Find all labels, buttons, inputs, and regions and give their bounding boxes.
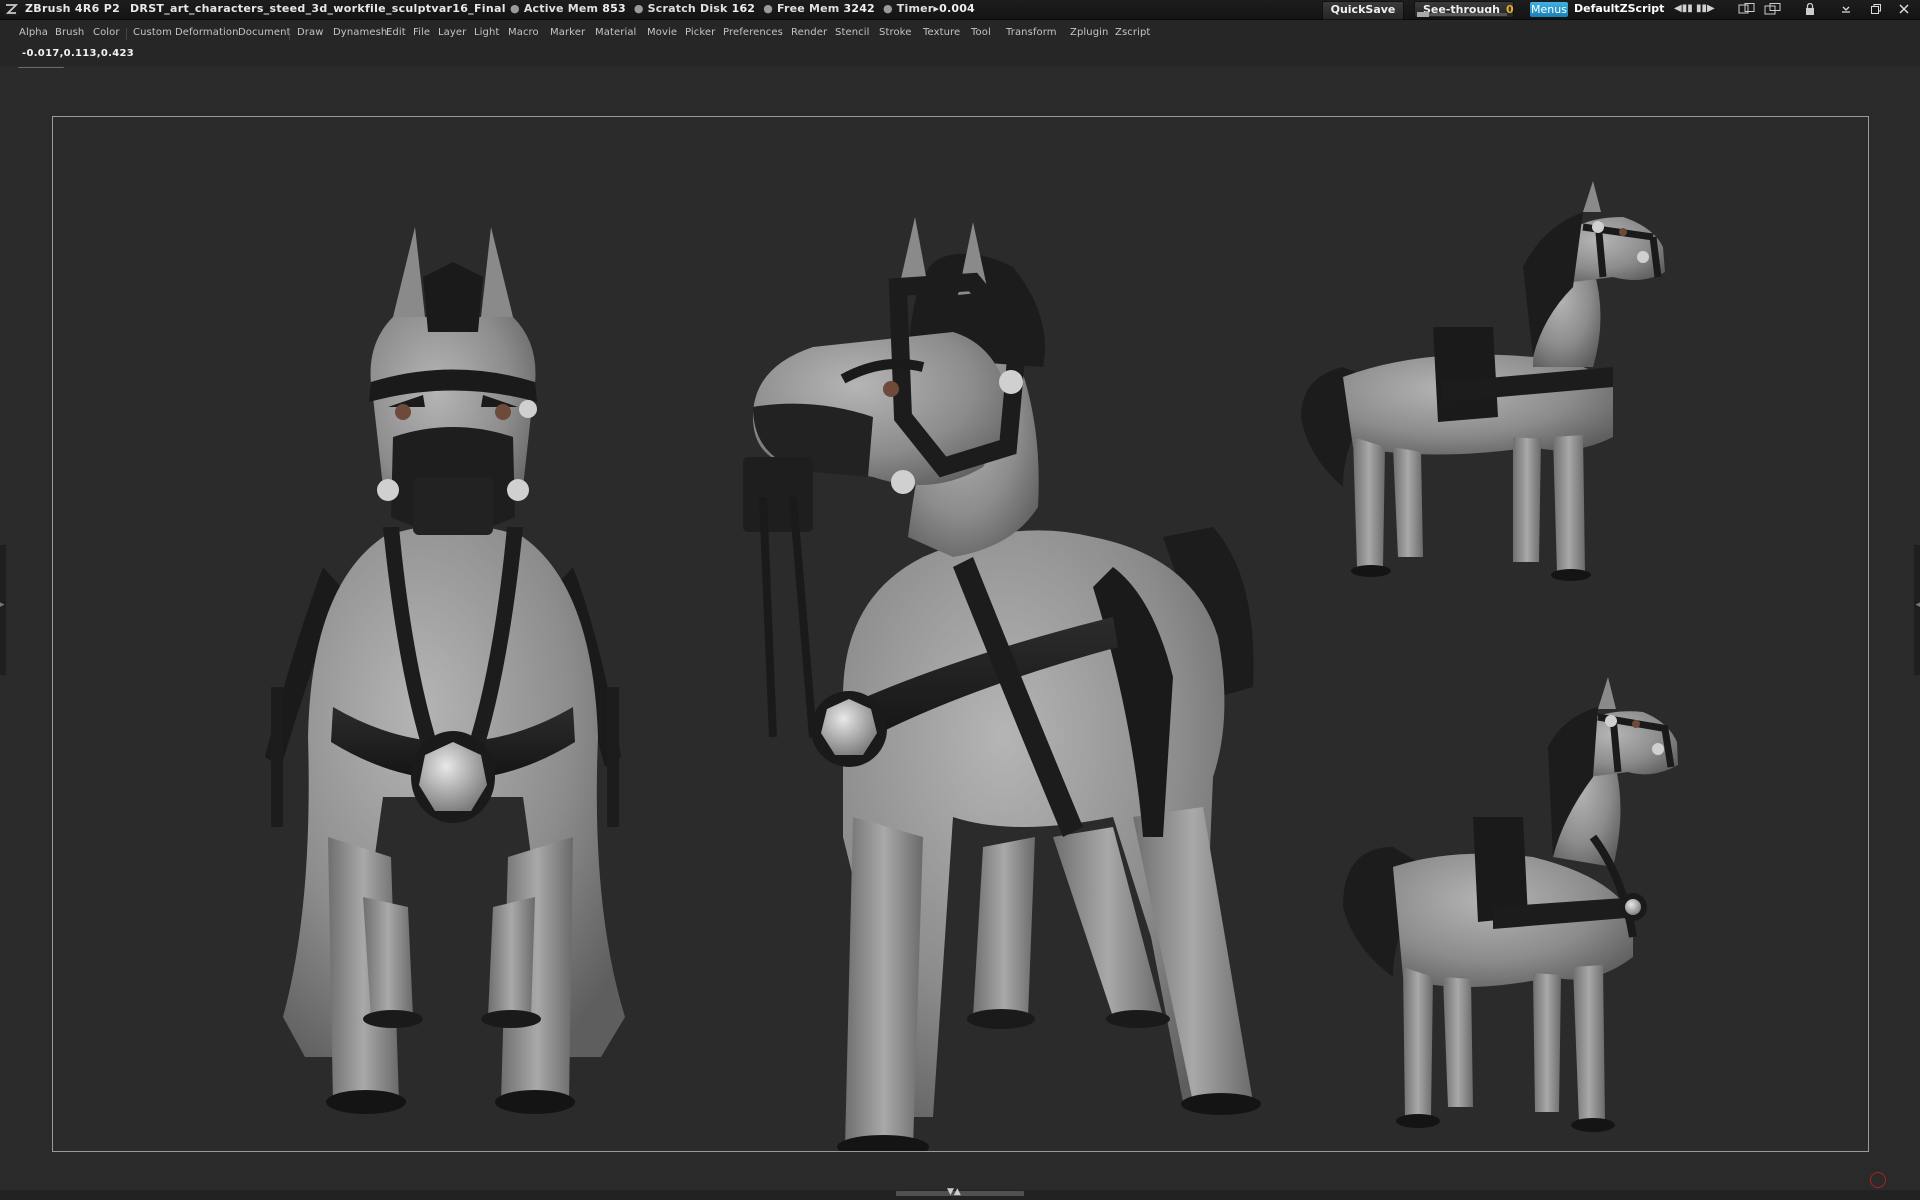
minimize-icon[interactable]: [1840, 3, 1852, 15]
menu-file[interactable]: File: [413, 27, 430, 38]
scratch-disk-value: 162: [731, 2, 756, 15]
menu-separator: [126, 28, 127, 40]
menu-custom[interactable]: Custom: [133, 27, 172, 38]
menu-alpha[interactable]: Alpha: [19, 27, 48, 38]
seethrough-value: 0: [1506, 3, 1514, 16]
layout-a-icon[interactable]: [1738, 3, 1756, 15]
seethrough-slider-control[interactable]: See-through 0: [1414, 1, 1514, 18]
active-mem-value: 853: [602, 2, 626, 15]
left-tray-handle[interactable]: [0, 545, 6, 675]
menu-edit[interactable]: Edit: [386, 27, 406, 38]
menu-color[interactable]: Color: [93, 27, 120, 38]
menu-stroke[interactable]: Stroke: [879, 27, 911, 38]
seethrough-slider-knob[interactable]: [1417, 12, 1429, 17]
right-tray-handle[interactable]: [1914, 545, 1920, 675]
menu-stencil[interactable]: Stencil: [835, 27, 870, 38]
quicksave-button[interactable]: QuickSave: [1322, 1, 1404, 20]
menu-brush[interactable]: Brush: [55, 27, 84, 38]
arrows-left-icon[interactable]: ◀▮▮: [1674, 3, 1693, 15]
menu-preferences[interactable]: Preferences: [723, 27, 783, 38]
menu-zplugin[interactable]: Zplugin: [1070, 27, 1108, 38]
menu-dynamesh[interactable]: Dynamesh: [333, 27, 387, 38]
horse-front-view: [265, 227, 625, 1114]
menu-tool[interactable]: Tool: [971, 27, 991, 38]
horse-side-view-bottom: [1343, 677, 1678, 1132]
memory-stats: ● Active Mem 853 ● Scratch Disk 162 ● Free …: [510, 2, 975, 15]
right-tray-arrow-icon[interactable]: ◂: [1915, 600, 1920, 610]
menu-movie[interactable]: Movie: [647, 27, 677, 38]
left-tray-arrow-icon[interactable]: ▸: [0, 600, 5, 610]
menu-render[interactable]: Render: [791, 27, 827, 38]
lock-icon[interactable]: [1804, 3, 1816, 15]
menu-marker[interactable]: Marker: [550, 27, 585, 38]
menu-document[interactable]: Document: [238, 27, 291, 38]
menu-texture[interactable]: Texture: [923, 27, 960, 38]
timer-value: 0.004: [939, 2, 975, 15]
timer-label: Timer▸: [896, 2, 940, 15]
menu-light[interactable]: Light: [474, 27, 499, 38]
menu-material[interactable]: Material: [595, 27, 636, 38]
active-mem-label: Active Mem: [523, 2, 599, 15]
horse-side-view-top: [1301, 181, 1665, 581]
menu-zscript[interactable]: Zscript: [1115, 27, 1150, 38]
seethrough-slider-track[interactable]: [1417, 12, 1507, 17]
title-bar: ZBrush 4R6 P2 DRST_art_characters_steed_…: [0, 0, 1920, 20]
menu-separator: [289, 28, 290, 40]
zbrush-logo-icon[interactable]: [4, 2, 18, 16]
restore-icon[interactable]: [1870, 3, 1882, 15]
document-file-name: DRST_art_characters_steed_3d_workfile_sc…: [130, 2, 506, 15]
menu-draw[interactable]: Draw: [297, 27, 324, 38]
record-indicator-icon: [1870, 1172, 1886, 1188]
menu-deformation[interactable]: Deformation: [175, 27, 239, 38]
document-canvas[interactable]: [52, 116, 1869, 1152]
tray-expand-icon[interactable]: ▼▲: [947, 1188, 961, 1197]
menu-macro[interactable]: Macro: [508, 27, 539, 38]
default-zscript-button[interactable]: DefaultZScript: [1574, 0, 1664, 18]
sculpt-render: [265, 181, 1678, 1151]
free-mem-value: 3242: [843, 2, 875, 15]
arrows-right-icon[interactable]: ▮▮▶: [1696, 3, 1715, 15]
close-icon[interactable]: [1898, 3, 1910, 15]
layout-b-icon[interactable]: [1764, 3, 1782, 15]
scratch-disk-label: Scratch Disk: [647, 2, 728, 15]
menus-toggle-button[interactable]: Menus: [1530, 2, 1568, 17]
app-title: ZBrush 4R6 P2: [25, 2, 121, 15]
horse-three-quarter-view: [743, 217, 1261, 1151]
coordinate-readout: -0.017,0.113,0.423: [22, 48, 135, 59]
menu-picker[interactable]: Picker: [685, 27, 715, 38]
main-menu-bar: Alpha Brush Color Custom Deformation Doc…: [0, 20, 1920, 73]
free-mem-label: Free Mem: [777, 2, 840, 15]
menu-layer[interactable]: Layer: [438, 27, 466, 38]
menu-transform[interactable]: Transform: [1006, 27, 1057, 38]
